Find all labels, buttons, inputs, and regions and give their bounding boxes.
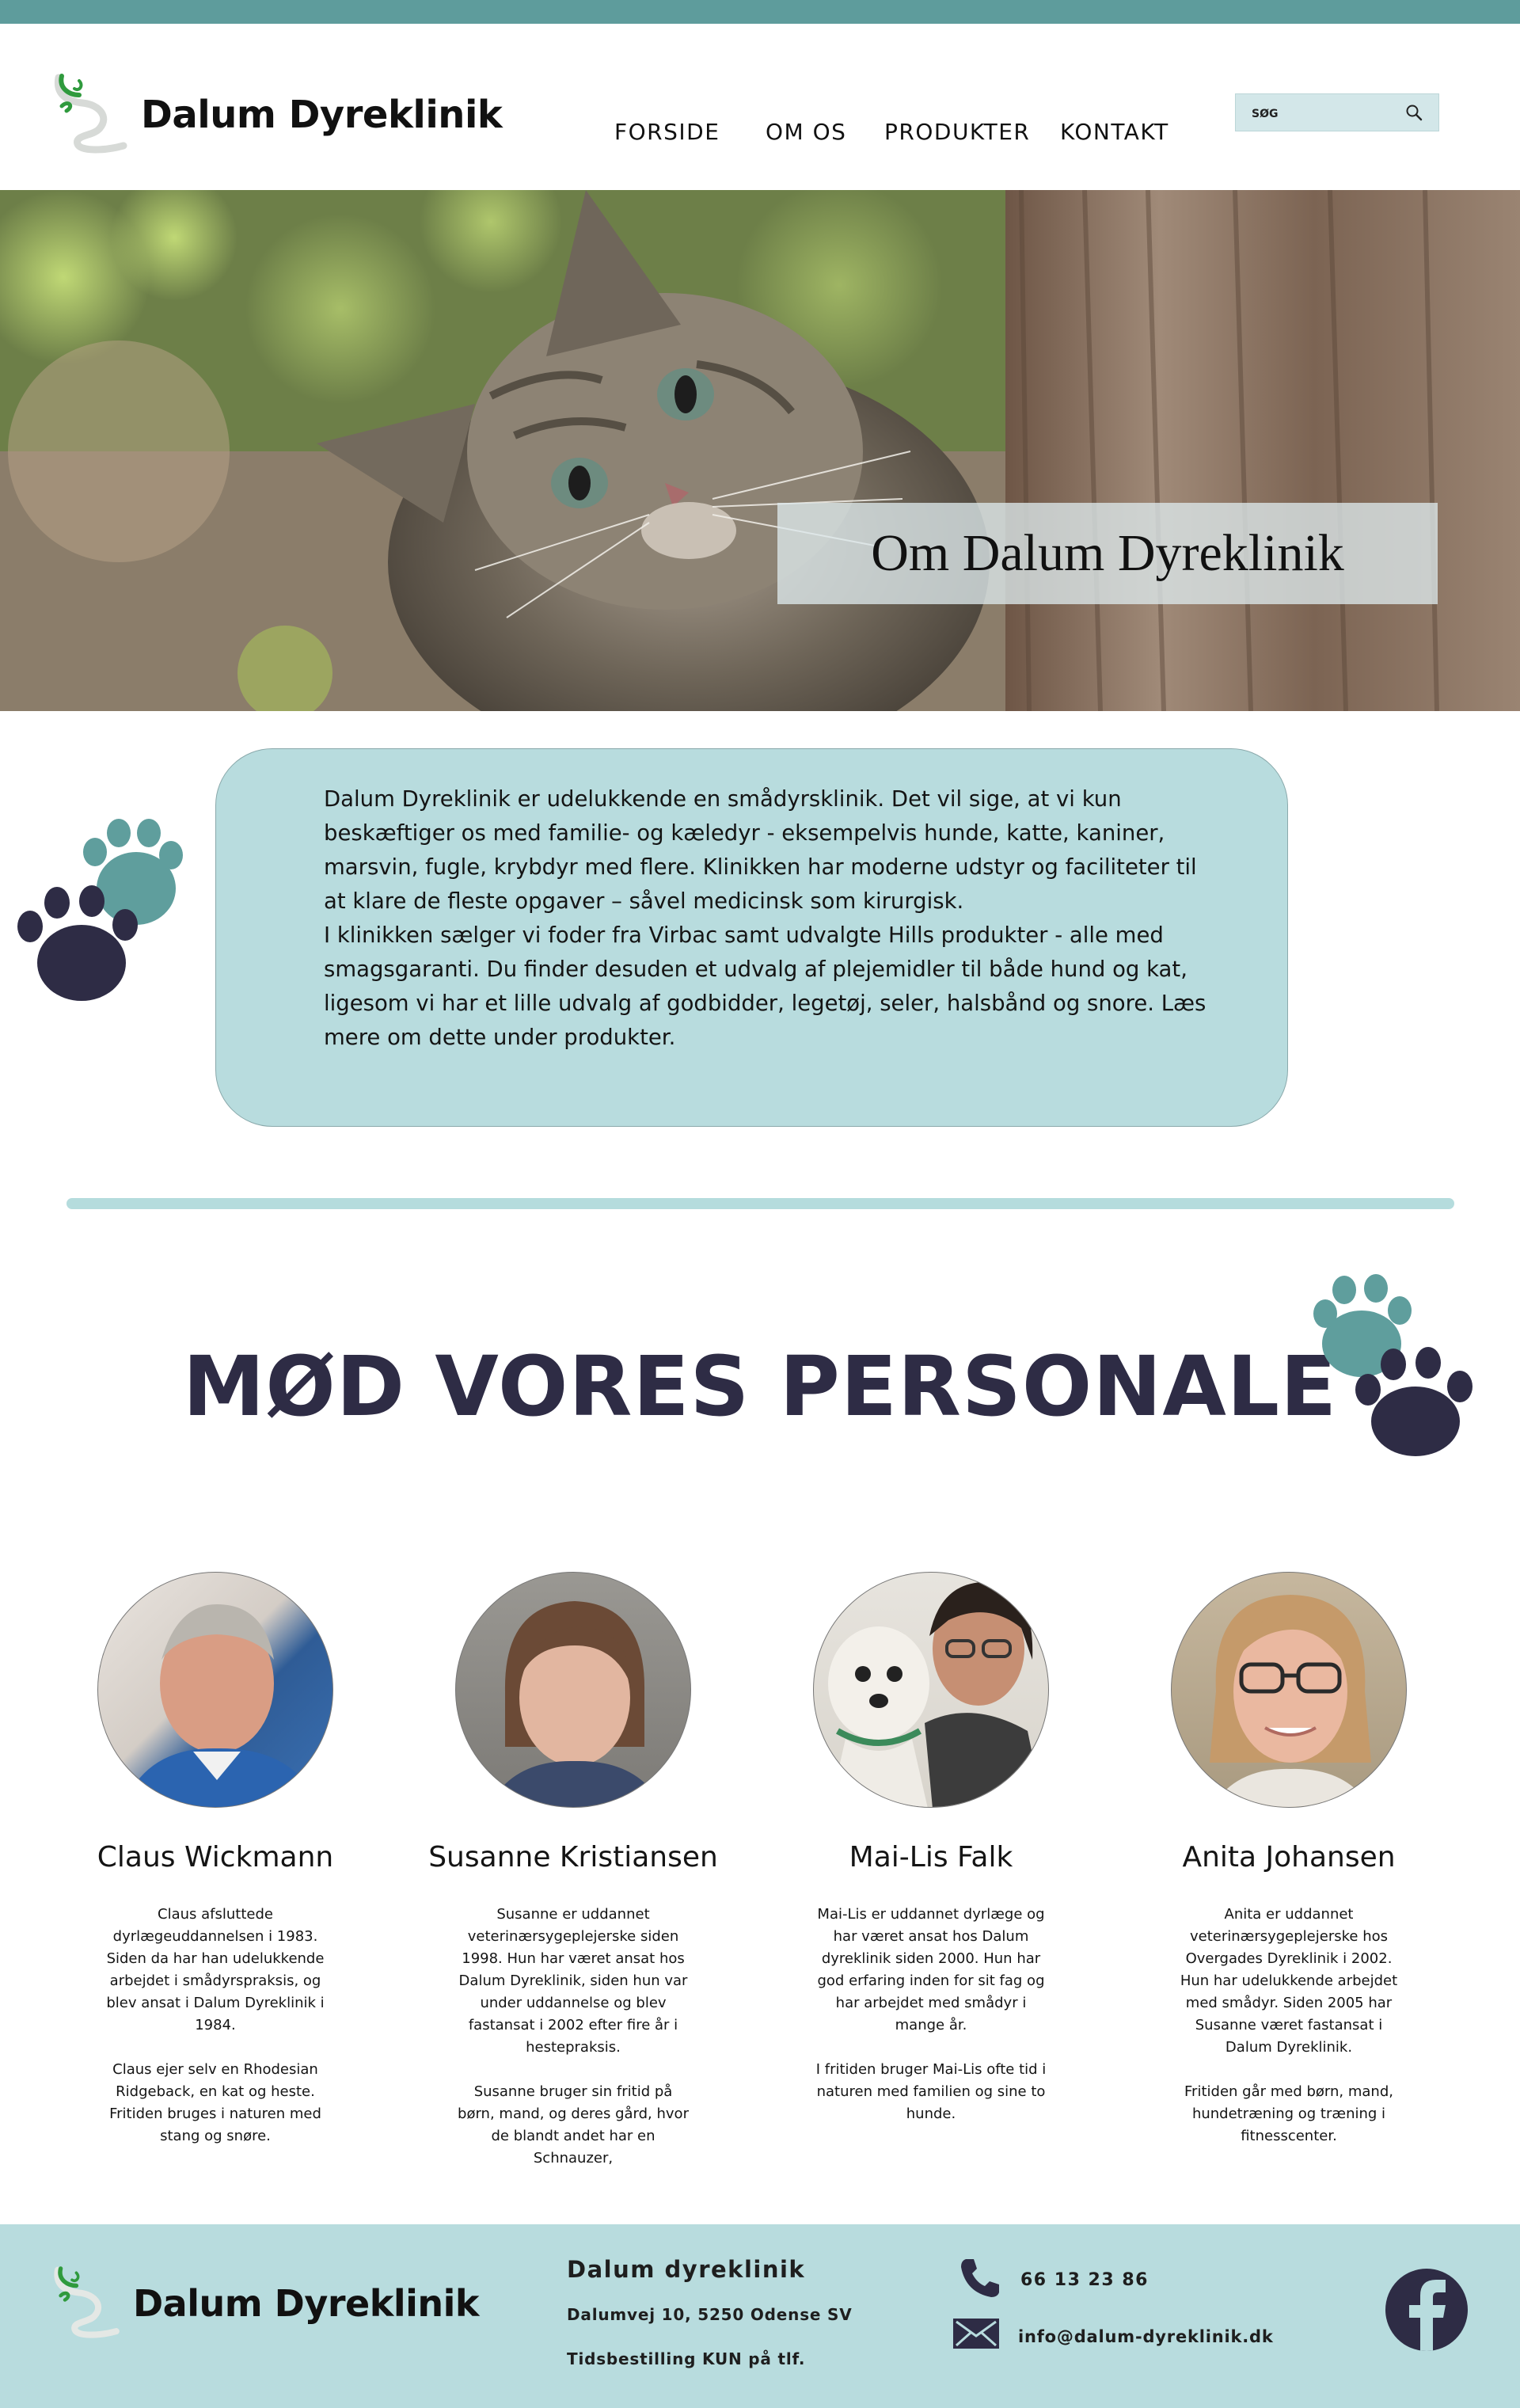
staff-heading: MØD VORES PERSONALE xyxy=(182,1338,1338,1435)
staff-member: Susanne Kristiansen Susanne er uddannet … xyxy=(407,1572,739,2170)
staff-bio: Anita er uddannet veterinærsygeplejerske… xyxy=(1180,1906,1398,2144)
avatar xyxy=(813,1572,1049,1808)
staff-member: Mai-Lis Falk Mai-Lis er uddannet dyrlæge… xyxy=(765,1572,1097,2125)
top-accent-bar xyxy=(0,0,1520,24)
site-header: Dalum Dyreklinik FORSIDE OM OS PRODUKTER… xyxy=(0,24,1520,190)
section-divider xyxy=(66,1198,1454,1209)
staff-bio: Susanne er uddannet veterinærsygeplejers… xyxy=(458,1906,689,2166)
phone-icon xyxy=(961,2259,999,2297)
paw-icon xyxy=(17,819,183,1001)
avatar xyxy=(455,1572,691,1808)
avatar xyxy=(1171,1572,1407,1808)
facebook-icon[interactable] xyxy=(1385,2269,1468,2351)
search-icon[interactable] xyxy=(1405,104,1423,121)
site-logo[interactable]: Dalum Dyreklinik xyxy=(51,71,503,158)
search-box xyxy=(1235,93,1439,131)
staff-name: Anita Johansen xyxy=(1182,1841,1396,1874)
search-input[interactable] xyxy=(1250,102,1404,126)
staff-bio: Claus afsluttede dyrlægeuddannelsen i 19… xyxy=(106,1906,325,2144)
footer-booking-note: Tidsbestilling KUN på tlf. xyxy=(567,2349,806,2368)
footer-logo-text: Dalum Dyreklinik xyxy=(133,2282,479,2325)
footer-clinic-name: Dalum dyreklinik xyxy=(567,2256,806,2283)
footer-email[interactable]: info@dalum-dyreklinik.dk xyxy=(1018,2327,1274,2346)
site-footer: Dalum Dyreklinik Dalum dyreklinik Dalumv… xyxy=(0,2224,1520,2408)
nav-kontakt[interactable]: KONTAKT xyxy=(1060,119,1169,145)
nav-forside[interactable]: FORSIDE xyxy=(614,119,720,145)
avatar xyxy=(97,1572,333,1808)
staff-member: Claus Wickmann Claus afsluttede dyrlægeu… xyxy=(49,1572,382,2147)
footer-logo[interactable]: Dalum Dyreklinik xyxy=(51,2260,479,2347)
staff-bio: Mai-Lis er uddannet dyrlæge og har været… xyxy=(815,1906,1047,2122)
nav-om-os[interactable]: OM OS xyxy=(766,119,846,145)
about-box: Dalum Dyreklinik er udelukkende en smådy… xyxy=(215,748,1288,1127)
hero-banner: Om Dalum Dyreklinik xyxy=(0,190,1520,711)
paw-icon xyxy=(1313,1274,1472,1456)
staff-name: Mai-Lis Falk xyxy=(849,1841,1013,1874)
mail-icon xyxy=(953,2319,999,2349)
kitten-photo xyxy=(0,190,1520,711)
logo-text: Dalum Dyreklinik xyxy=(141,93,503,137)
hero-title: Om Dalum Dyreklinik xyxy=(777,503,1438,604)
staff-name: Claus Wickmann xyxy=(97,1841,334,1874)
footer-address: Dalumvej 10, 5250 Odense SV xyxy=(567,2305,853,2324)
snake-staff-logo-icon xyxy=(54,2266,120,2338)
footer-phone[interactable]: 66 13 23 86 xyxy=(1020,2270,1149,2290)
about-text: Dalum Dyreklinik er udelukkende en smådy… xyxy=(324,786,1206,1050)
nav-produkter[interactable]: PRODUKTER xyxy=(884,119,1030,145)
staff-member: Anita Johansen Anita er uddannet veterin… xyxy=(1123,1572,1455,2147)
staff-name: Susanne Kristiansen xyxy=(428,1841,718,1874)
snake-staff-logo-icon xyxy=(54,74,127,154)
